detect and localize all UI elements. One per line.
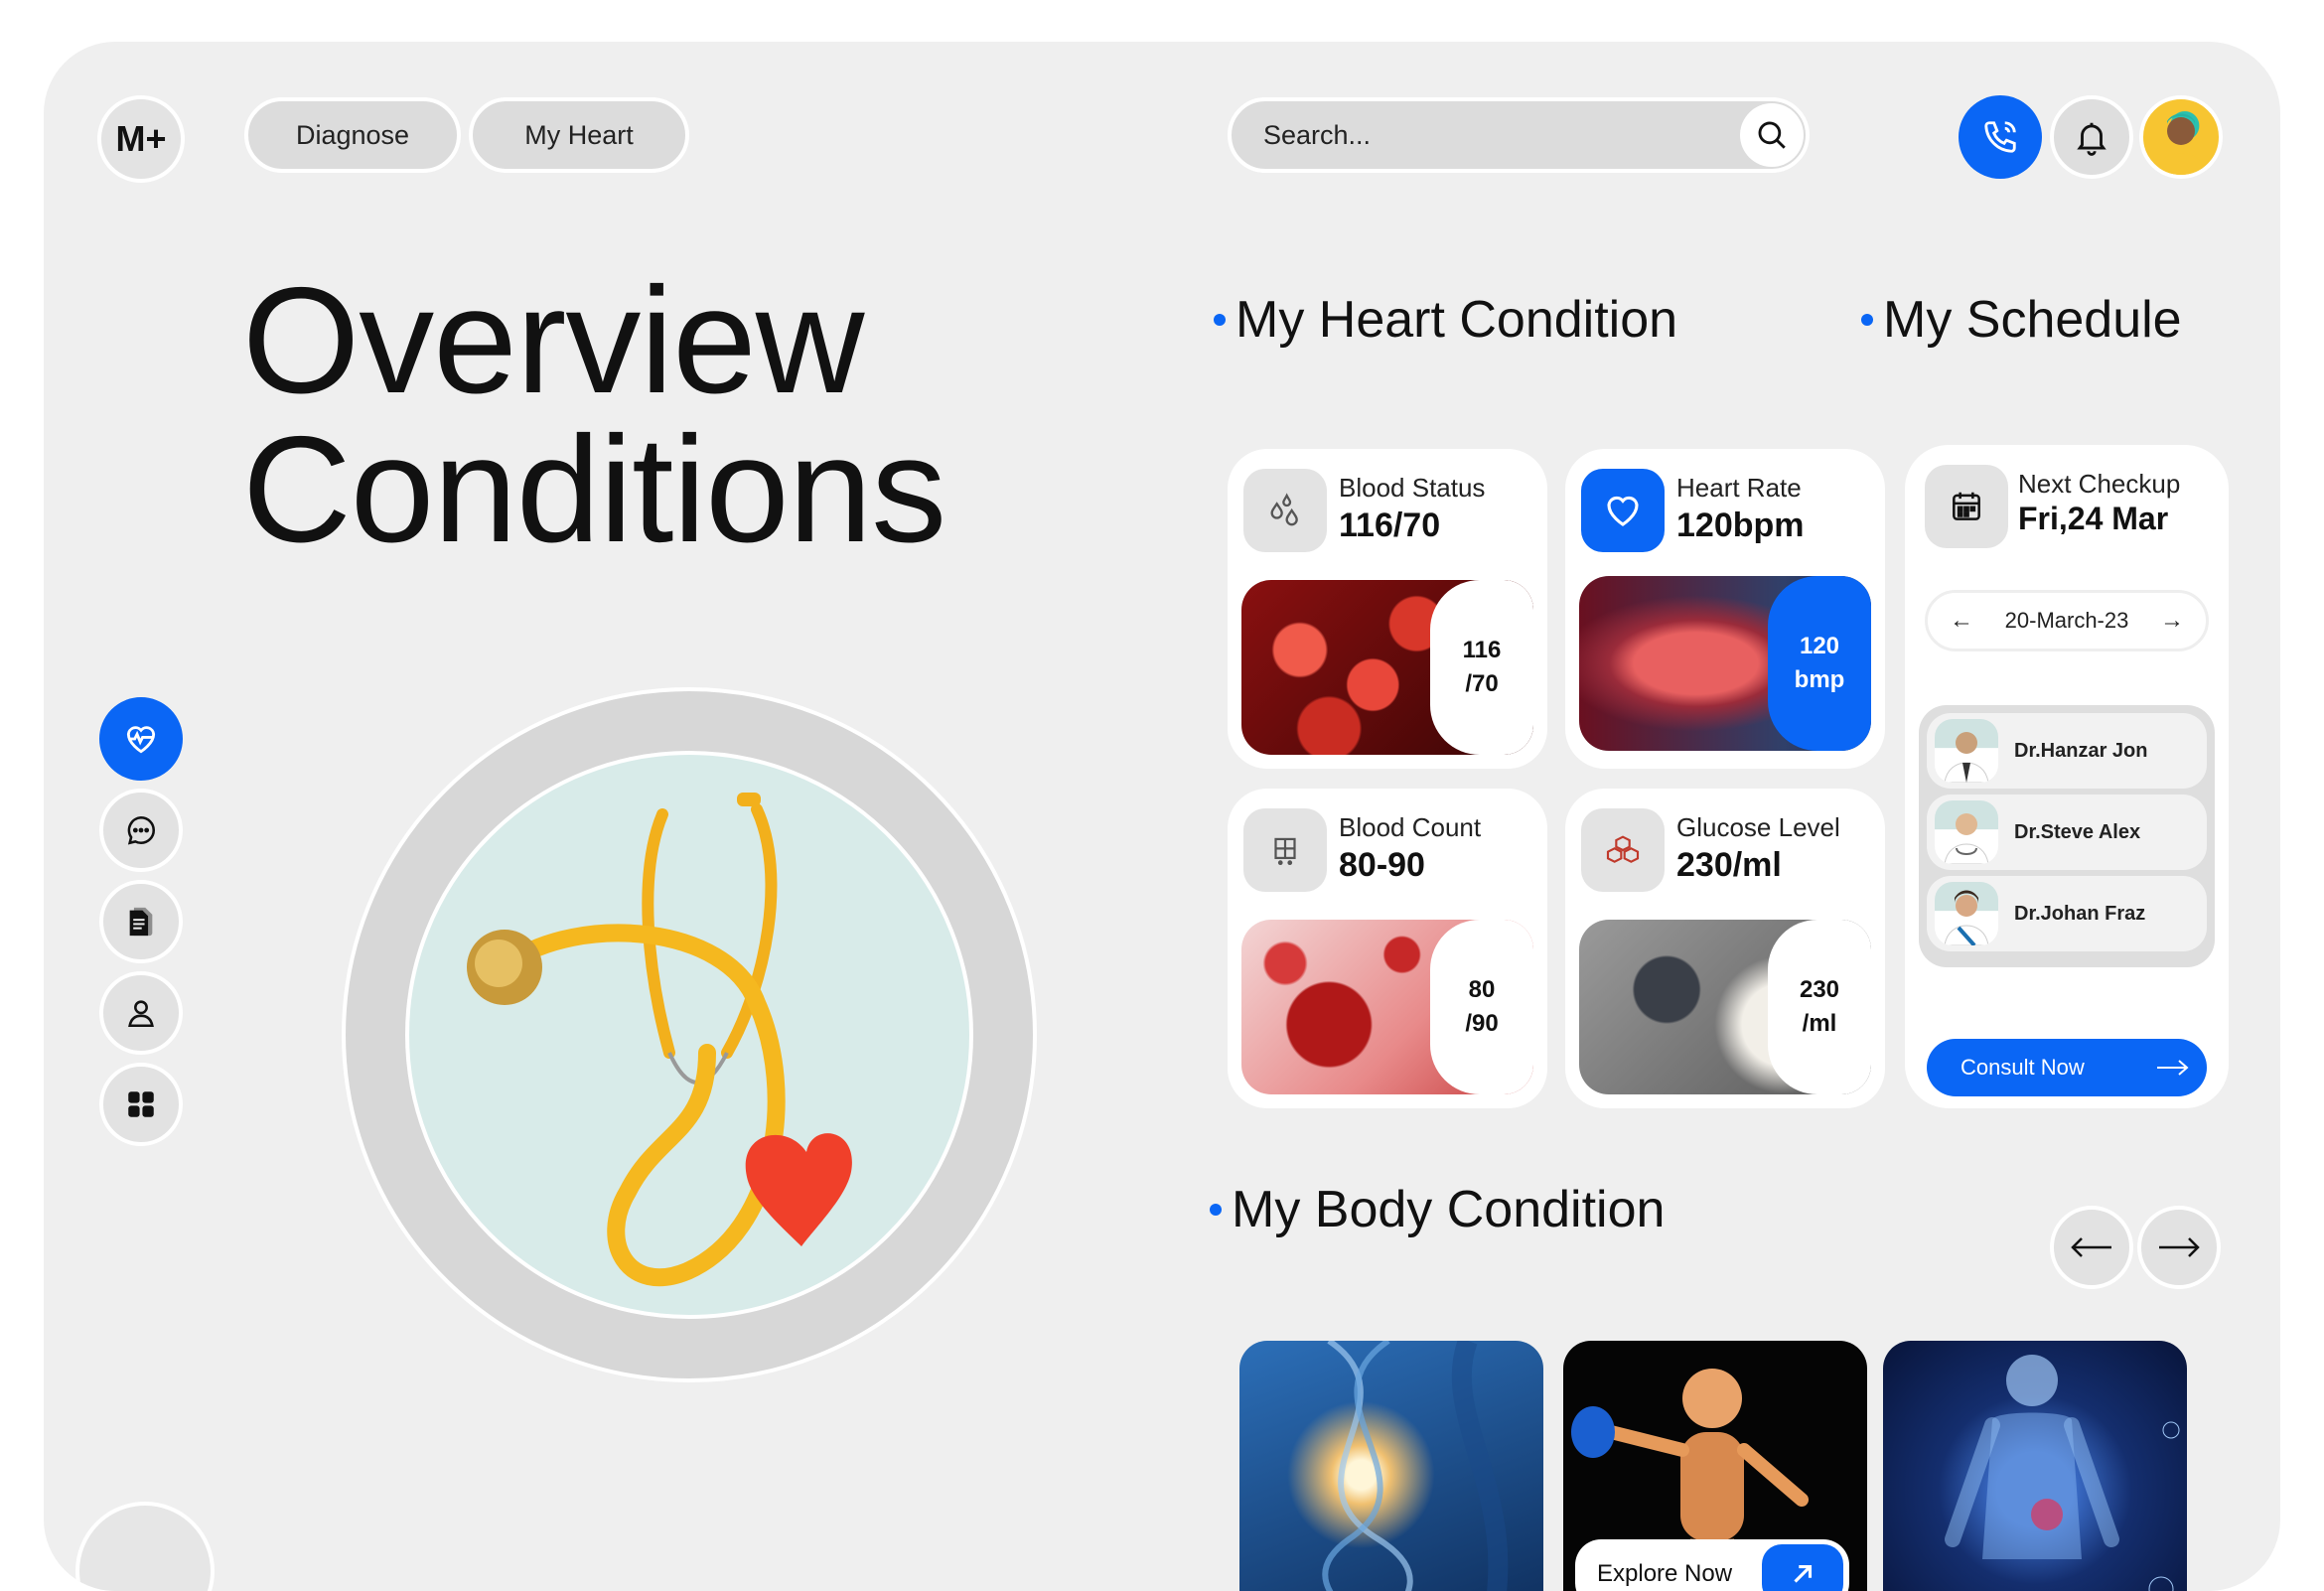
checkup-label: Next Checkup [2018, 469, 2181, 499]
tag-line-2: /70 [1465, 670, 1499, 697]
tag-line-1: 80 [1468, 976, 1496, 1003]
doctor-avatar [1935, 800, 1998, 864]
arrow-left-icon [2071, 1237, 2111, 1257]
doctor-row[interactable]: Dr.Johan Fraz [1927, 876, 2207, 951]
add-button[interactable] [75, 1502, 215, 1591]
section-schedule-label: My Schedule [1883, 291, 2182, 349]
heart-anatomy-image: 120 bmp [1579, 576, 1871, 751]
phone-icon[interactable] [1959, 95, 2042, 179]
card-label: Glucose Level [1676, 812, 1840, 842]
calendar-icon [1925, 465, 2008, 548]
tag-line-2: bmp [1794, 666, 1845, 693]
xray-body-image [1945, 1355, 2180, 1591]
card-blood-count[interactable]: Blood Count 80-90 80/90 [1228, 789, 1547, 1108]
blood-cell-image: 80/90 [1241, 920, 1533, 1094]
card-value: 230/ml [1676, 846, 1782, 884]
tag-line-2: /90 [1465, 1010, 1499, 1037]
doctor-row[interactable]: Dr.Hanzar Jon [1927, 713, 2207, 789]
app-frame: M+ Diagnose My Heart Search... Overview … [44, 42, 2280, 1591]
user-avatar[interactable] [2139, 95, 2223, 179]
blood-cells-image: 116/70 [1241, 580, 1533, 755]
dna-image [1322, 1341, 1509, 1591]
tag-line-2: /ml [1802, 1010, 1837, 1037]
section-heart-title: My Heart Condition [1214, 290, 1677, 350]
page-title: Overview Conditions [242, 256, 946, 574]
doctor-name: Dr.Steve Alex [2014, 820, 2141, 843]
search-input[interactable]: Search... [1263, 120, 1371, 151]
body-next-button[interactable] [2137, 1206, 2221, 1289]
doctor-avatar [1935, 719, 1998, 783]
section-schedule-title: My Schedule [1861, 290, 2182, 350]
arrow-left-icon[interactable]: ← [1940, 599, 1983, 643]
tag-line-1: 230 [1799, 976, 1840, 1003]
user-icon[interactable] [99, 971, 183, 1055]
card-tag: 116/70 [1430, 580, 1533, 755]
section-heart-label: My Heart Condition [1235, 291, 1678, 349]
nav-my-heart[interactable]: My Heart [469, 97, 689, 173]
doctor-avatar [1935, 882, 1998, 945]
arrow-right-icon[interactable]: → [2150, 599, 2194, 643]
bullet-dot [1214, 314, 1226, 326]
body-card-dna[interactable] [1239, 1341, 1543, 1591]
card-label: Blood Status [1339, 473, 1486, 503]
tag-line-1: 120 [1799, 633, 1840, 659]
search-bar[interactable]: Search... [1228, 97, 1810, 173]
explore-now-button[interactable]: Explore Now [1575, 1539, 1849, 1591]
card-value: 80-90 [1339, 846, 1425, 884]
card-label: Heart Rate [1676, 473, 1802, 503]
stethoscope-image [405, 751, 973, 1319]
card-tag: 80/90 [1430, 920, 1533, 1094]
card-value: 120bpm [1676, 506, 1805, 544]
doctor-list: Dr.Hanzar Jon Dr.Steve Alex Dr.Johan Fra… [1919, 705, 2215, 967]
card-glucose-level[interactable]: Glucose Level 230/ml 230/ml [1565, 789, 1885, 1108]
bullet-dot [1861, 314, 1873, 326]
drops-icon [1243, 469, 1327, 552]
selected-date: 20-March-23 [2004, 608, 2129, 633]
title-line-1: Overview [242, 256, 864, 425]
card-tag: 120 bmp [1768, 576, 1871, 751]
title-line-2: Conditions [242, 405, 946, 574]
side-nav [99, 697, 183, 1146]
card-value: 116/70 [1339, 506, 1441, 544]
app-logo[interactable]: M+ [97, 95, 185, 183]
search-icon[interactable] [1740, 103, 1804, 167]
grid-cells-icon [1243, 808, 1327, 892]
document-icon[interactable] [99, 880, 183, 963]
cubes-icon [1581, 808, 1665, 892]
explore-now-label: Explore Now [1597, 1560, 1733, 1587]
doctor-name: Dr.Hanzar Jon [2014, 739, 2148, 762]
arrow-right-icon [2159, 1237, 2200, 1257]
consult-now-label: Consult Now [1961, 1055, 2085, 1080]
heart-icon [1581, 469, 1665, 552]
card-tag: 230/ml [1768, 920, 1871, 1094]
arrow-up-right-icon[interactable] [1762, 1544, 1843, 1591]
card-heart-rate[interactable]: Heart Rate 120bpm 120 bmp [1565, 449, 1885, 769]
nav-diagnose[interactable]: Diagnose [244, 97, 461, 173]
card-label: Blood Count [1339, 812, 1482, 842]
date-navigator: ← 20-March-23 → [1925, 590, 2209, 651]
doctor-row[interactable]: Dr.Steve Alex [1927, 795, 2207, 870]
tag-line-1: 116 [1462, 637, 1502, 663]
card-blood-status[interactable]: Blood Status 116/70 116/70 [1228, 449, 1547, 769]
body-card-skeleton[interactable]: Explore Now [1563, 1341, 1867, 1591]
doctor-name: Dr.Johan Fraz [2014, 902, 2146, 925]
glucose-stethoscope-image: 230/ml [1579, 920, 1871, 1094]
checkup-date: Fri,24 Mar [2018, 501, 2169, 536]
bullet-dot [1210, 1204, 1222, 1216]
arrow-right-icon [2157, 1060, 2189, 1076]
grid-icon[interactable] [99, 1063, 183, 1146]
section-body-title: My Body Condition [1210, 1180, 1665, 1239]
consult-now-button[interactable]: Consult Now [1927, 1039, 2207, 1096]
body-card-xray[interactable] [1883, 1341, 2187, 1591]
schedule-card: Next Checkup Fri,24 Mar ← 20-March-23 → … [1905, 445, 2229, 1108]
chat-icon[interactable] [99, 789, 183, 872]
bell-icon[interactable] [2050, 95, 2133, 179]
hero-image-ring [342, 687, 1037, 1382]
body-prev-button[interactable] [2050, 1206, 2133, 1289]
heart-pulse-icon[interactable] [99, 697, 183, 781]
section-body-label: My Body Condition [1232, 1181, 1666, 1238]
